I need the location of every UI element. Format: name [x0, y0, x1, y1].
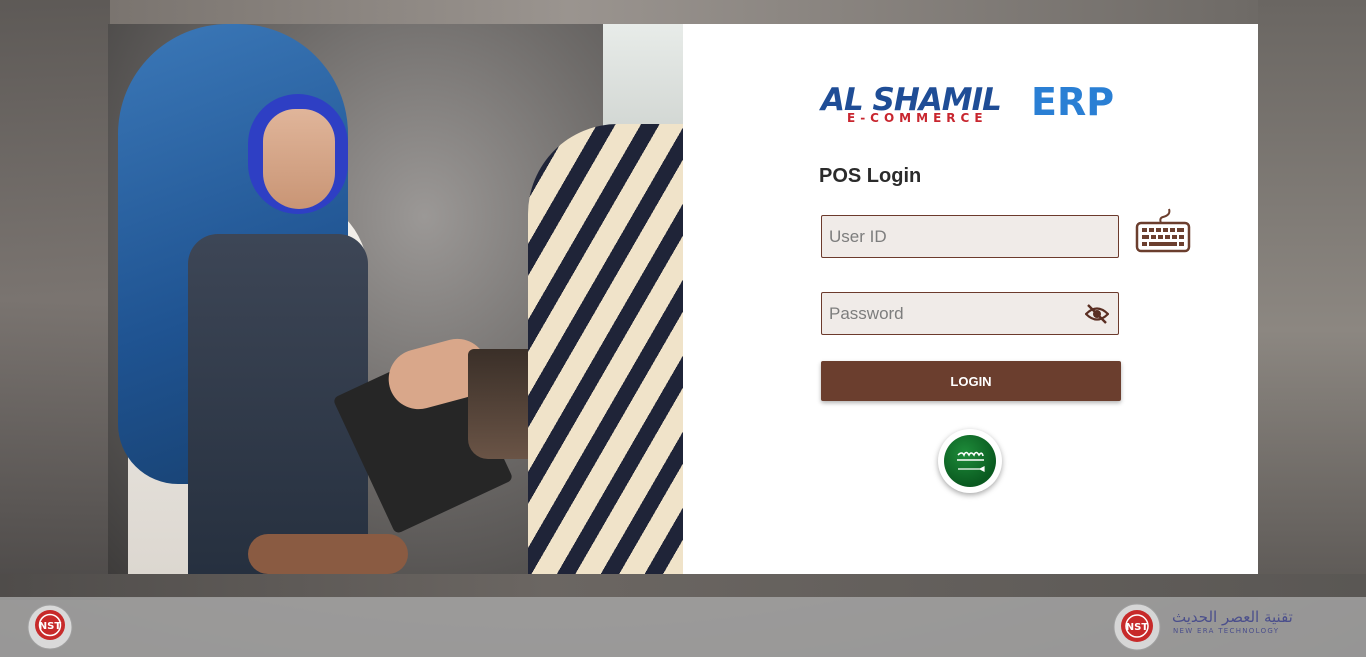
new-era-technology-brand: تقنية العصر الحديث NEW ERA TECHNOLOGY: [1170, 609, 1295, 645]
logo-erp: ERP: [1031, 80, 1115, 124]
background-bottom: [0, 574, 1366, 598]
svg-text:NST: NST: [39, 621, 62, 632]
svg-text:NST: NST: [1126, 622, 1149, 633]
photo-cloth: [248, 534, 408, 574]
eye-off-icon[interactable]: [1085, 304, 1109, 324]
background-top: [110, 0, 1258, 24]
language-toggle-button[interactable]: [938, 429, 1002, 493]
background-right: [1258, 0, 1366, 600]
logo-ecommerce: E-COMMERCE: [847, 111, 988, 125]
userid-input[interactable]: [822, 216, 1079, 257]
saudi-flag-icon: [944, 435, 996, 487]
login-button[interactable]: LOGIN: [821, 361, 1121, 401]
nst-logo-icon: NST: [27, 604, 73, 650]
brand-english-text: NEW ERA TECHNOLOGY: [1173, 627, 1280, 635]
keyboard-icon[interactable]: [1135, 207, 1191, 255]
al-shamil-erp-logo: AL SHAMIL E-COMMERCE ERP: [821, 80, 1121, 128]
login-panel: AL SHAMIL E-COMMERCE ERP POS Login User …: [683, 24, 1258, 574]
password-input[interactable]: [822, 293, 1079, 334]
password-field: [821, 292, 1119, 335]
page-title: POS Login: [819, 165, 922, 187]
login-card: AL SHAMIL E-COMMERCE ERP POS Login User …: [108, 24, 1258, 574]
photo-customer: [528, 124, 683, 574]
background-left: [0, 0, 110, 600]
footer-bar: NST NST تقنية العصر الحديث NEW ERA TECHN…: [0, 597, 1366, 657]
brand-arabic-text: تقنية العصر الحديث: [1172, 608, 1293, 626]
nst-logo-icon: NST: [1113, 603, 1161, 651]
photo-face: [263, 109, 335, 209]
hero-photo: [108, 24, 683, 574]
userid-field: [821, 215, 1119, 258]
